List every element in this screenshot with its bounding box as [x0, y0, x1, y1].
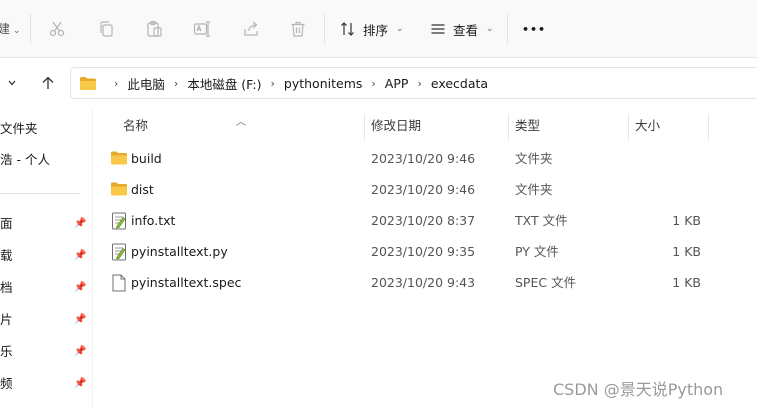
column-divider[interactable] — [508, 114, 509, 140]
file-row[interactable]: pyinstalltext.spec 2023/10/20 9:43 SPEC … — [93, 267, 713, 298]
file-size: 1 KB — [672, 244, 701, 259]
chevron-right-icon[interactable]: › — [417, 77, 421, 90]
nav-item-downloads[interactable]: 载 📌 — [0, 245, 92, 267]
column-divider[interactable] — [628, 114, 629, 140]
breadcrumb-item-this-pc[interactable]: 此电脑 — [127, 74, 165, 93]
file-size — [633, 143, 701, 174]
column-header-size[interactable]: 大小 — [635, 110, 705, 142]
file-type: 文件夹 — [515, 182, 553, 197]
command-bar: 建 ⌄ 排序 ⌄ 查看 ⌄ ••• — [0, 0, 757, 58]
column-header-row: ︿ 名称 修改日期 类型 大小 — [93, 110, 757, 142]
file-row[interactable]: pyinstalltext.py 2023/10/20 9:35 PY 文件 1… — [93, 236, 713, 267]
pin-icon: 📌 — [74, 314, 87, 325]
more-options-button[interactable]: ••• — [522, 17, 546, 41]
column-divider[interactable] — [364, 114, 365, 140]
file-size: 1 KB — [672, 213, 701, 228]
file-row[interactable]: dist 2023/10/20 9:46 文件夹 — [93, 174, 713, 205]
column-header-name[interactable]: 名称 — [123, 110, 363, 142]
view-list-icon — [430, 21, 446, 37]
breadcrumb-item-pythonitems[interactable]: pythonitems — [284, 76, 362, 91]
toolbar-separator — [324, 14, 325, 44]
text-file-icon — [110, 212, 128, 230]
breadcrumb-item-app[interactable]: APP — [385, 76, 409, 91]
file-date: 2023/10/20 9:46 — [371, 182, 476, 197]
file-icon — [110, 274, 128, 292]
file-type: 文件夹 — [515, 151, 553, 166]
delete-icon[interactable] — [287, 18, 309, 40]
cut-icon[interactable] — [46, 18, 68, 40]
file-size — [633, 174, 701, 205]
nav-item-videos[interactable]: 频 📌 — [0, 373, 92, 395]
folder-icon — [110, 150, 128, 168]
address-bar[interactable]: › 此电脑 › 本地磁盘 (F:) › pythonitems › APP › … — [70, 67, 757, 99]
file-type: TXT 文件 — [515, 213, 568, 228]
pin-icon: 📌 — [74, 218, 87, 229]
text-file-icon — [110, 243, 128, 261]
recent-locations-chevron-icon[interactable] — [2, 72, 22, 94]
column-header-date[interactable]: 修改日期 — [371, 110, 501, 142]
file-row[interactable]: build 2023/10/20 9:46 文件夹 — [93, 143, 713, 174]
file-name: dist — [131, 182, 154, 197]
file-size: 1 KB — [672, 275, 701, 290]
share-icon[interactable] — [240, 18, 262, 40]
watermark: CSDN @景天说Python — [553, 380, 724, 399]
paste-icon[interactable] — [143, 18, 165, 40]
nav-item-personal[interactable]: 浩 - 个人 — [0, 149, 50, 171]
nav-item-pictures[interactable]: 片 📌 — [0, 309, 92, 331]
pin-icon: 📌 — [74, 378, 87, 389]
view-button[interactable]: 查看 ⌄ — [430, 17, 494, 41]
rename-icon[interactable] — [191, 18, 213, 40]
file-type: PY 文件 — [515, 244, 559, 259]
chevron-down-icon: ⌄ — [486, 24, 494, 34]
nav-item-documents[interactable]: 档 📌 — [0, 277, 92, 299]
toolbar-separator — [30, 14, 31, 44]
chevron-right-icon[interactable]: › — [271, 77, 275, 90]
file-date: 2023/10/20 9:35 — [371, 244, 476, 259]
sort-icon — [340, 21, 356, 37]
file-date: 2023/10/20 9:46 — [371, 151, 476, 166]
folder-icon — [110, 181, 128, 199]
chevron-down-icon: ⌄ — [396, 24, 404, 34]
column-divider[interactable] — [708, 114, 709, 140]
breadcrumb-item-execdata[interactable]: execdata — [431, 76, 488, 91]
chevron-right-icon: › — [114, 76, 119, 90]
pin-icon: 📌 — [74, 282, 87, 293]
copy-icon[interactable] — [95, 18, 117, 40]
breadcrumb: › 此电脑 › 本地磁盘 (F:) › pythonitems › APP › … — [79, 68, 488, 98]
folder-icon — [79, 76, 97, 91]
view-label: 查看 — [453, 22, 479, 38]
file-row[interactable]: info.txt 2023/10/20 8:37 TXT 文件 1 KB — [93, 205, 713, 236]
file-date: 2023/10/20 9:43 — [371, 275, 476, 290]
sort-button[interactable]: 排序 ⌄ — [340, 17, 404, 41]
chevron-right-icon[interactable]: › — [174, 77, 178, 90]
new-menu-partial[interactable]: 建 ⌄ — [0, 20, 21, 37]
breadcrumb-item-drive-f[interactable]: 本地磁盘 (F:) — [187, 74, 261, 93]
nav-divider — [0, 193, 80, 194]
nav-item-folder[interactable]: 文件夹 — [0, 118, 38, 140]
nav-item-music[interactable]: 乐 📌 — [0, 341, 92, 363]
file-name: pyinstalltext.spec — [131, 275, 242, 290]
more-icon: ••• — [522, 22, 547, 36]
file-name: pyinstalltext.py — [131, 244, 228, 259]
toolbar-separator — [507, 14, 508, 44]
column-header-type[interactable]: 类型 — [515, 110, 625, 142]
file-date: 2023/10/20 8:37 — [371, 213, 476, 228]
pin-icon: 📌 — [74, 250, 87, 261]
nav-item-desktop[interactable]: 面 📌 — [0, 213, 92, 235]
chevron-right-icon[interactable]: › — [371, 77, 375, 90]
file-name: info.txt — [131, 213, 176, 228]
file-type: SPEC 文件 — [515, 275, 577, 290]
pin-icon: 📌 — [74, 346, 87, 357]
sort-label: 排序 — [363, 22, 389, 38]
up-arrow-icon[interactable] — [38, 72, 58, 94]
file-name: build — [131, 151, 162, 166]
navigation-pane: 文件夹 浩 - 个人 面 📌 载 📌 档 📌 片 📌 乐 📌 频 📌 — [0, 110, 92, 407]
